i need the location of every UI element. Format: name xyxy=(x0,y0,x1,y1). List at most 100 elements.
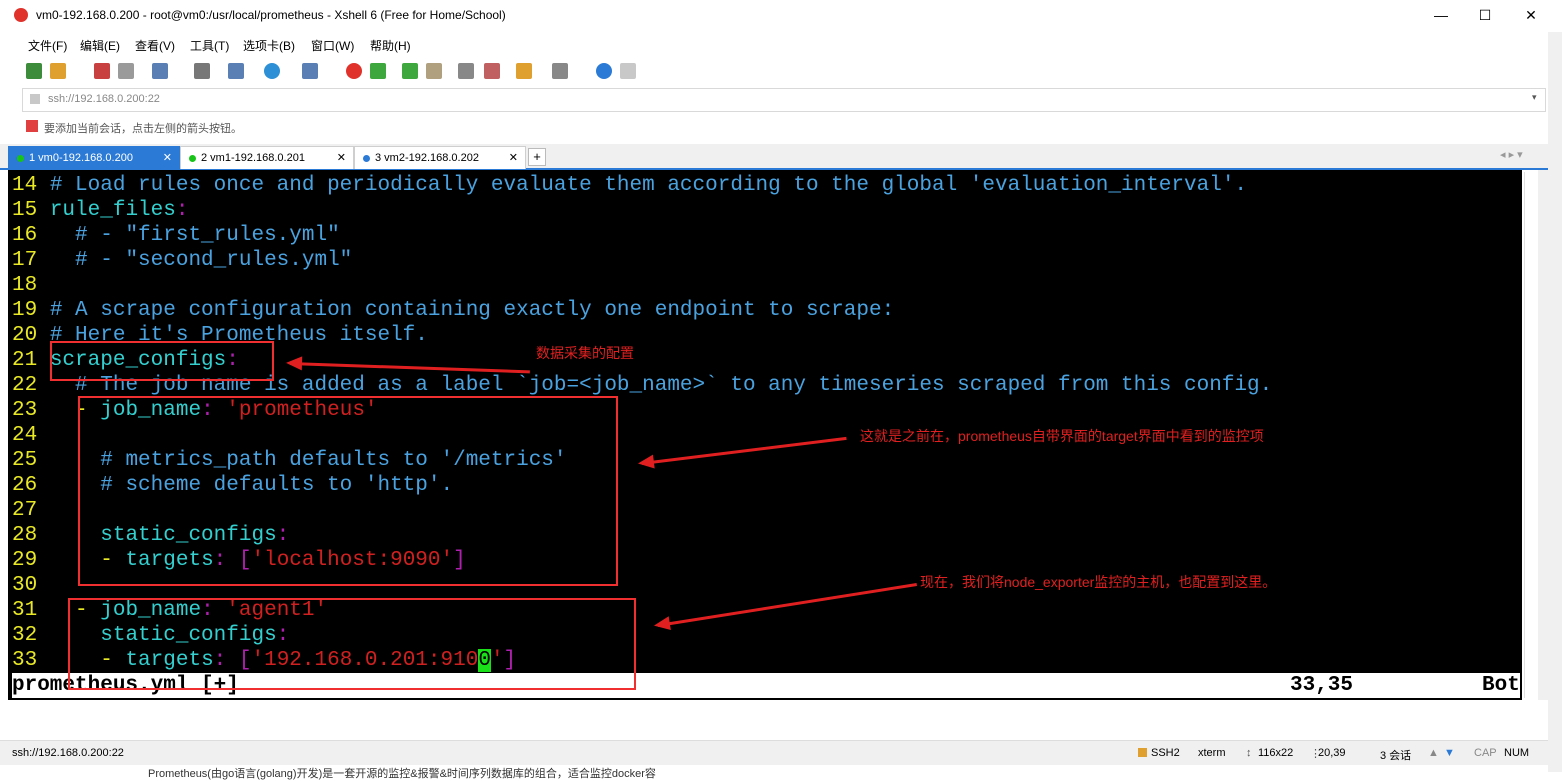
open-folder-icon[interactable] xyxy=(50,63,66,79)
status-connection: ssh://192.168.0.200:22 xyxy=(12,747,124,759)
line-number: 32 xyxy=(12,624,38,647)
lock-icon xyxy=(1138,748,1147,757)
lock-icon xyxy=(30,94,40,104)
line-number: 31 xyxy=(12,599,38,622)
tab-layout-icon[interactable] xyxy=(552,63,568,79)
keyboard-icon[interactable] xyxy=(458,63,474,79)
agent1-job-highlight xyxy=(68,598,636,690)
menu-edit[interactable]: 编辑(E) xyxy=(80,37,120,54)
terminal-line: 24 xyxy=(12,423,50,448)
tab-close-icon[interactable]: ✕ xyxy=(163,147,172,169)
vim-cursor-position: 33,35 xyxy=(1290,674,1354,697)
minimize-button[interactable]: — xyxy=(1418,0,1464,30)
line-number: 19 xyxy=(12,299,38,322)
code-token: rule_files xyxy=(49,199,176,222)
line-number: 22 xyxy=(12,374,38,397)
properties-icon[interactable] xyxy=(152,63,168,79)
tab-label: 1 vm0-192.168.0.200 xyxy=(29,152,133,164)
chat-icon[interactable] xyxy=(620,63,636,79)
line-number: 17 xyxy=(12,249,38,272)
find-icon[interactable] xyxy=(194,63,210,79)
terminal-scrollbar[interactable] xyxy=(1538,170,1548,700)
tab-vm1[interactable]: 2 vm1-192.168.0.201 ✕ xyxy=(180,146,354,169)
status-protocol: SSH2 xyxy=(1151,747,1180,759)
line-number: 14 xyxy=(12,174,38,197)
status-sessions: 3 会话 xyxy=(1380,750,1412,762)
tab-vm2[interactable]: 3 vm2-192.168.0.202 ✕ xyxy=(354,146,526,169)
xftp-icon[interactable] xyxy=(346,63,362,79)
xshell-logo-icon xyxy=(14,8,28,22)
address-dropdown-icon[interactable]: ▾ xyxy=(1532,92,1537,103)
disconnect-icon[interactable] xyxy=(118,63,134,79)
prometheus-job-highlight xyxy=(78,396,618,586)
menu-help[interactable]: 帮助(H) xyxy=(370,37,411,54)
address-bar[interactable] xyxy=(22,88,1546,112)
pen-icon[interactable] xyxy=(484,63,500,79)
close-button[interactable]: ✕ xyxy=(1508,0,1554,30)
connected-status-icon xyxy=(189,154,196,162)
line-number: 27 xyxy=(12,499,38,522)
add-tab-button[interactable]: + xyxy=(528,148,546,166)
menu-view[interactable]: 查看(V) xyxy=(135,37,175,54)
line-number: 24 xyxy=(12,424,38,447)
menu-file[interactable]: 文件(F) xyxy=(28,37,67,54)
font-icon[interactable] xyxy=(302,63,318,79)
terminal-line: 15 rule_files: xyxy=(12,198,188,223)
tab-label: 2 vm1-192.168.0.201 xyxy=(201,152,305,164)
connected-status-icon xyxy=(17,154,24,162)
status-cursor: 20,39 xyxy=(1318,747,1346,759)
tab-vm0[interactable]: 1 vm0-192.168.0.200 ✕ xyxy=(8,146,180,169)
status-terminal-size: 116x22 xyxy=(1258,747,1294,759)
code-token: # - "second_rules.yml" xyxy=(49,249,353,272)
connect-icon[interactable] xyxy=(94,63,110,79)
line-number: 16 xyxy=(12,224,38,247)
address-text[interactable]: ssh://192.168.0.200:22 xyxy=(48,93,160,105)
line-number: 28 xyxy=(12,524,38,547)
terminal-scroll-thumb[interactable] xyxy=(1524,172,1535,698)
menu-tabs[interactable]: 选项卡(B) xyxy=(243,37,295,54)
annotation-agent1-job: 现在，我们将node_exporter监控的主机，也配置到这里。 xyxy=(920,574,1277,590)
tab-close-icon[interactable]: ✕ xyxy=(509,147,518,169)
terminal-line: 27 xyxy=(12,498,50,523)
session-hint: 要添加当前会话，点击左侧的箭头按钮。 xyxy=(44,123,242,135)
maximize-button[interactable]: ☐ xyxy=(1462,0,1508,30)
line-number: 21 xyxy=(12,349,38,372)
info-status-icon xyxy=(363,154,370,162)
code-token: # Load rules once and periodically evalu… xyxy=(49,174,1248,197)
terminal-line: 14 # Load rules once and periodically ev… xyxy=(12,173,1247,198)
menu-tools[interactable]: 工具(T) xyxy=(190,37,229,54)
help-icon[interactable] xyxy=(596,63,612,79)
tab-close-icon[interactable]: ✕ xyxy=(337,147,346,169)
session-folder-icon[interactable] xyxy=(516,63,532,79)
add-session-arrow-icon[interactable] xyxy=(26,120,38,132)
status-num: NUM xyxy=(1504,747,1530,759)
lock-icon[interactable] xyxy=(426,63,442,79)
line-number: 18 xyxy=(12,274,38,297)
globe-icon[interactable] xyxy=(264,63,280,79)
line-number: 33 xyxy=(12,649,38,672)
scroll-down-icon[interactable]: ▼ xyxy=(1444,747,1455,759)
tab-navigation[interactable]: ◂ ▸ ▾ xyxy=(1500,148,1523,161)
annotation-scrape-configs: 数据采集的配置 xyxy=(536,345,634,361)
status-terminal-type: xterm xyxy=(1198,747,1226,759)
background-page-text: Prometheus(由go语言(golang)开发)是一套开源的监控&报警&时… xyxy=(148,768,656,780)
line-number: 30 xyxy=(12,574,38,597)
code-token: : xyxy=(175,199,189,222)
terminal-line: 18 xyxy=(12,273,50,298)
scroll-up-icon[interactable]: ▲ xyxy=(1428,747,1439,759)
fullscreen-icon[interactable] xyxy=(402,63,418,79)
new-session-icon[interactable] xyxy=(26,63,42,79)
scrape-configs-highlight xyxy=(50,341,274,381)
line-number: 15 xyxy=(12,199,38,222)
status-caps: CAP xyxy=(1474,747,1497,759)
layout-icon[interactable] xyxy=(228,63,244,79)
terminal-line: 30 xyxy=(12,573,50,598)
size-icon: ↕ xyxy=(1246,747,1252,759)
xagent-icon[interactable] xyxy=(370,63,386,79)
terminal-line: 17 # - "second_rules.yml" xyxy=(12,248,352,273)
menu-window[interactable]: 窗口(W) xyxy=(311,37,354,54)
line-number: 26 xyxy=(12,474,38,497)
page-scrollbar[interactable] xyxy=(1548,32,1562,772)
window-title: vm0-192.168.0.200 - root@vm0:/usr/local/… xyxy=(36,8,506,22)
line-number: 25 xyxy=(12,449,38,472)
